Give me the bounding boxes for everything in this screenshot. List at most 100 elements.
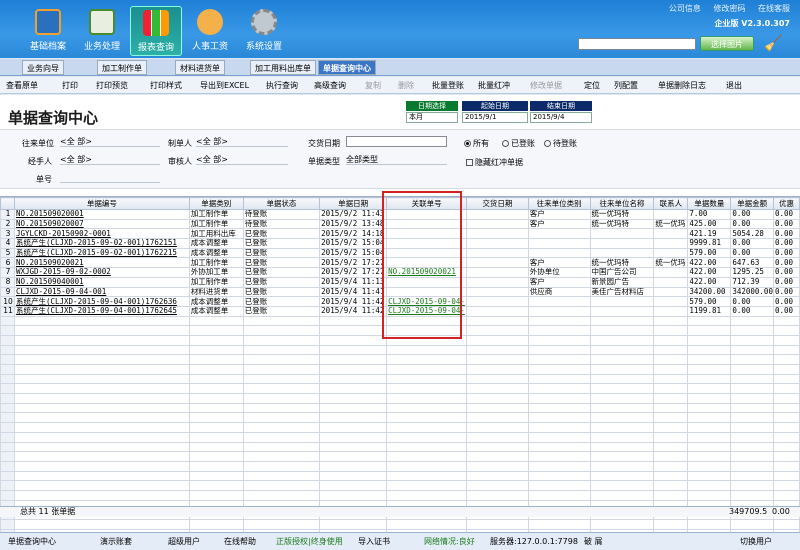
delete-button[interactable]: 删除 (398, 79, 414, 92)
column-header[interactable]: 单据状态 (242, 197, 321, 210)
export-excel-button[interactable]: 导出到EXCEL (200, 79, 249, 92)
change-password-link[interactable]: 修改密码 (713, 4, 745, 13)
import-cert-link[interactable]: 导入证书 (358, 533, 390, 550)
tab-guide[interactable]: 业务向导 (22, 60, 64, 75)
empty-cell (13, 441, 190, 453)
empty-cell (730, 364, 774, 375)
column-header[interactable]: 单据数量 (687, 197, 732, 210)
nav-system-settings[interactable]: 系统设置 (238, 6, 290, 56)
empty-cell (386, 383, 468, 395)
batch-post-button[interactable]: 批量登账 (432, 79, 464, 92)
status-module[interactable]: 单据查询中心 (8, 533, 56, 550)
radio-all[interactable]: 所有 (464, 138, 489, 149)
empty-cell (653, 315, 689, 327)
nav-report-query[interactable]: 报表查询 (130, 6, 182, 56)
table-cell: 2015/9/4 11:13 (319, 276, 388, 288)
highlight-box (382, 191, 462, 339)
table-cell: 0.00 (730, 218, 774, 230)
tab-material-purchase[interactable]: 材料进货单 (175, 60, 225, 75)
empty-cell (242, 383, 321, 395)
edit-document-button[interactable]: 修改单据 (530, 79, 562, 92)
tab-bar: 业务向导 加工制作单 材料进货单 加工用料出库单 单据查询中心 (0, 59, 800, 76)
print-preview-button[interactable]: 打印预览 (96, 79, 128, 92)
online-help-link[interactable]: 在线帮助 (224, 533, 256, 550)
image-path-input[interactable] (578, 38, 696, 50)
batch-reverse-button[interactable]: 批量红冲 (478, 79, 510, 92)
column-header[interactable]: 单据编号 (13, 197, 190, 210)
table-cell (653, 286, 689, 298)
column-header[interactable]: 单据金额 (730, 197, 774, 210)
doc-no-field[interactable] (60, 172, 160, 183)
table-cell (527, 305, 591, 317)
column-header[interactable]: 往来单位名称 (589, 197, 655, 210)
empty-cell (386, 480, 468, 491)
column-header[interactable]: 优惠 (772, 197, 800, 210)
advanced-query-button[interactable]: 高级查询 (314, 79, 346, 92)
tab-process-order[interactable]: 加工制作单 (97, 60, 147, 75)
empty-cell (687, 364, 732, 375)
doc-type-field[interactable]: 全部类型 (346, 154, 447, 165)
unit-field[interactable]: <全 部> (60, 136, 160, 147)
table-cell: 0.00 (730, 209, 774, 220)
tab-material-outbound[interactable]: 加工用料出库单 (250, 60, 316, 75)
column-header[interactable]: 单据类别 (188, 197, 244, 210)
company-info-link[interactable]: 公司信息 (669, 4, 701, 13)
print-style-button[interactable]: 打印样式 (150, 79, 182, 92)
empty-cell (730, 451, 774, 462)
radio-pending[interactable]: 待登账 (544, 138, 577, 149)
table-cell: 5054.28 (730, 228, 774, 240)
switch-user-button[interactable]: 切换用户 (740, 533, 772, 550)
empty-cell (386, 422, 468, 433)
empty-cell (772, 393, 800, 404)
auditor-field[interactable]: <全 部> (196, 154, 288, 165)
end-date-input[interactable]: 2015/9/4 (530, 112, 592, 123)
table-cell: 统一优玛 (653, 218, 689, 230)
maker-field[interactable]: <全 部> (196, 136, 288, 147)
table-cell: 9 (0, 286, 15, 298)
online-service-link[interactable]: 在线客服 (758, 4, 790, 13)
nav-business[interactable]: 业务处理 (76, 6, 128, 56)
column-header[interactable]: 单据日期 (319, 197, 388, 210)
column-header[interactable] (0, 197, 15, 210)
empty-cell (589, 519, 655, 530)
table-cell: JGYLCKD-20150902-0001 (13, 228, 190, 240)
handler-field[interactable]: <全 部> (60, 154, 160, 165)
column-header[interactable]: 往来单位类别 (527, 197, 591, 210)
locate-button[interactable]: 定位 (584, 79, 600, 92)
radio-posted[interactable]: 已登账 (502, 138, 535, 149)
view-original-button[interactable]: 查看原单 (6, 79, 38, 92)
table-cell (653, 267, 689, 278)
empty-cell (13, 519, 190, 530)
empty-cell (772, 422, 800, 433)
column-header[interactable]: 联系人 (653, 197, 689, 210)
column-config-button[interactable]: 列配置 (614, 79, 638, 92)
column-header[interactable]: 交货日期 (466, 197, 529, 210)
empty-row (0, 441, 800, 453)
nav-basic-archive[interactable]: 基础档案 (22, 6, 74, 56)
table-cell: 0.00 (772, 218, 800, 230)
tab-query-center[interactable]: 单据查询中心 (318, 60, 376, 75)
empty-cell (188, 383, 244, 395)
empty-cell (466, 489, 529, 501)
nav-hr-salary[interactable]: 人事工资 (184, 6, 236, 56)
empty-cell (188, 364, 244, 375)
exit-button[interactable]: 退出 (726, 79, 742, 92)
empty-cell (653, 393, 689, 404)
delivery-date-select[interactable] (346, 136, 447, 147)
delete-log-button[interactable]: 单据删除日志 (658, 79, 706, 92)
select-image-button[interactable]: 选择图片 (700, 36, 754, 51)
start-date-input[interactable]: 2015/9/1 (462, 112, 528, 123)
run-query-button[interactable]: 执行查询 (266, 79, 298, 92)
empty-cell (466, 383, 529, 395)
empty-cell (13, 315, 190, 327)
empty-row (0, 470, 800, 482)
copy-button[interactable]: 复制 (365, 79, 381, 92)
empty-cell (0, 383, 15, 395)
table-cell: 统一优玛特 (589, 209, 655, 220)
print-button[interactable]: 打印 (62, 79, 78, 92)
date-range-select[interactable]: 本月 (406, 112, 458, 123)
empty-cell (730, 519, 774, 530)
hide-red-checkbox[interactable]: 隐藏红冲单据 (466, 157, 523, 168)
broom-icon[interactable]: 🧹 (764, 34, 784, 52)
table-cell: 加工制作单 (188, 257, 244, 269)
